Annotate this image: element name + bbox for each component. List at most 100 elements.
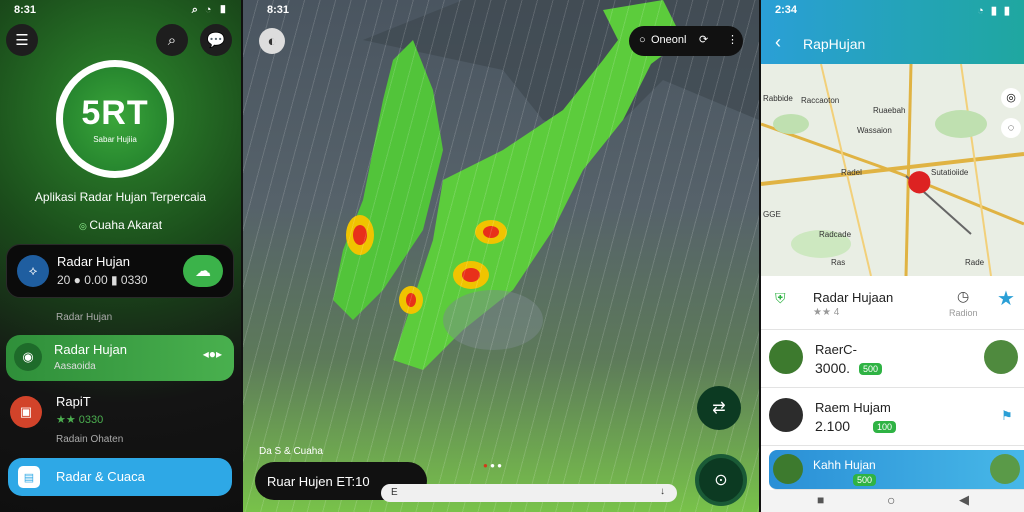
locate-button[interactable]: ⊙	[695, 454, 747, 506]
home-screen: 8:31 ⌕ ◔ ▮ ☰ ⌕ 💬 5RT Sabar Hujiia Aplika…	[0, 0, 241, 512]
timeline-slider[interactable]: E ↓	[381, 484, 677, 502]
status-icons: ◔ ▮ ▮	[977, 5, 1012, 17]
layers-icon[interactable]: ◌	[1001, 118, 1021, 138]
cloud-icon[interactable]: ☁	[183, 255, 223, 287]
map-label: Radel	[841, 168, 862, 177]
shield-icon: ⛨	[775, 290, 786, 306]
map-label: Rabbide	[763, 94, 793, 103]
file-icon: ▣	[10, 396, 42, 428]
calendar-icon: ▤	[18, 466, 40, 488]
flag-icon[interactable]: ⚑	[1001, 408, 1013, 424]
rapit-title: RapiT	[56, 394, 91, 409]
record-icon: ○	[639, 34, 646, 46]
detail-screen: 2:34 ◔ ▮ ▮ ‹ RapHujan ⬤ ◎ ◌ Rabbide Racca…	[761, 0, 1024, 512]
map-label: Wassaion	[857, 126, 892, 135]
item-title: Kahh Hujan	[813, 458, 876, 472]
search-icon[interactable]: ⌕	[156, 24, 188, 56]
item-badge: 500	[859, 363, 883, 375]
system-nav-bar: ■ ○ ◀	[761, 490, 1024, 512]
status-time: 8:31	[14, 4, 37, 16]
refresh-icon[interactable]: ⟳	[699, 33, 708, 46]
layers-button[interactable]: ⇄	[697, 386, 741, 430]
map-label: Ruaebah	[873, 106, 906, 115]
bottom-tabs	[46, 506, 196, 512]
compass-icon: ⟡	[17, 255, 49, 287]
status-bar: 8:31	[243, 2, 759, 18]
place-title: Radar Hujaan	[813, 290, 894, 305]
radar-hujan-title: Radar Hujan	[54, 342, 127, 357]
cta-button[interactable]: ▤ Radar & Cuaca	[8, 458, 232, 496]
status-bar: 2:34 ◔ ▮ ▮	[761, 2, 1024, 18]
subtagline-text: Cuaha Akarat	[89, 218, 163, 232]
section-label: Radar Hujan	[56, 312, 113, 323]
more-icon[interactable]: ⋮	[727, 33, 738, 46]
place-rating: ★★ 4	[813, 307, 840, 318]
app-tagline: Aplikasi Radar Hujan Terpercaia	[34, 190, 207, 204]
item-thumbnail	[769, 340, 803, 374]
map-label: Ras	[831, 258, 846, 267]
map-label: Raccaoton	[801, 96, 840, 105]
place-right-label: Radion	[949, 308, 978, 318]
logo-text: 5RT	[81, 94, 149, 132]
menu-icon[interactable]: ☰	[6, 24, 38, 56]
map-label: Sutatioiide	[931, 168, 969, 177]
list-item[interactable]: Raem Hujam 2.100 100 ⚑	[761, 388, 1024, 446]
download-icon[interactable]: ↓	[660, 486, 665, 497]
app-logo: 5RT Sabar Hujiia	[56, 60, 174, 178]
zoom-icon[interactable]: ◎	[1001, 88, 1021, 108]
map-label: Rade	[965, 258, 985, 267]
app-subtagline: ◎ Cuaha Akarat	[78, 218, 163, 232]
mode-label: Oneonl	[651, 34, 687, 46]
back-nav-icon[interactable]: ◀	[959, 492, 969, 508]
page-title: RapHujan	[803, 36, 866, 52]
star-icon[interactable]: ★	[997, 286, 1015, 311]
clock-icon[interactable]: ◷	[957, 288, 969, 305]
item-thumbnail	[769, 398, 803, 432]
rapit-rating: ★★ 0330	[56, 414, 104, 426]
item-badge: 100	[873, 421, 897, 433]
place-row[interactable]: ⛨ Radar Hujaan ★★ 4 ◷ Radion ★	[761, 276, 1024, 330]
radar-hujan-sub: Aasaoida	[54, 361, 96, 372]
rapit-sub: Radain Ohaten	[56, 434, 124, 445]
avatar[interactable]: ◐	[259, 28, 285, 54]
timeline-start: E	[391, 487, 398, 498]
location-pin-icon[interactable]: ⬤	[907, 168, 932, 194]
rapit-item[interactable]: ▣ RapiT ★★ 0330 Radain Ohaten	[6, 392, 234, 450]
recent-apps-icon[interactable]: ■	[817, 493, 824, 507]
item-thumbnail	[773, 454, 803, 484]
item-value: 2.100	[815, 418, 851, 434]
item-title: Raem Hujam	[815, 400, 891, 415]
list-item[interactable]: RaerC- 3000. 500	[761, 330, 1024, 388]
radar-hujan-item[interactable]: ◉ Radar Hujan Aasaoida ◂●▸	[6, 335, 234, 381]
status-time: 2:34	[775, 4, 798, 16]
status-icons: ⌕ ◔ ▮	[191, 4, 229, 16]
app-header: 2:34 ◔ ▮ ▮ ‹ RapHujan	[761, 0, 1024, 64]
status-bar: 8:31 ⌕ ◔ ▮	[0, 2, 241, 18]
mode-pill[interactable]: ○ Oneonl ⟳ ⋮	[629, 26, 743, 56]
map-label: GGE	[763, 210, 781, 219]
map-label: Radcade	[819, 230, 852, 239]
item-value: 3000.	[815, 360, 851, 376]
logo-subtext: Sabar Hujiia	[93, 135, 137, 144]
page-dots: ● ● ●	[483, 461, 502, 470]
radar-card-title: Radar Hujan	[57, 254, 130, 269]
radar-map-screen: 8:31 ◐ ○ Oneonl ⟳ ⋮ ⇄ ⊙ Da S & Cuaha Rua…	[243, 0, 759, 512]
radar-card[interactable]: ⟡ Radar Hujan 20 ● 0.00 ▮ 0330 ☁	[6, 244, 234, 298]
radar-icon: ◉	[14, 343, 42, 371]
chat-icon[interactable]: 💬	[200, 24, 232, 56]
cta-label: Radar & Cuaca	[56, 469, 145, 484]
small-label: Da S & Cuaha	[259, 446, 323, 457]
item-thumbnail-right	[990, 454, 1020, 484]
signal-icon: ◂●▸	[202, 347, 222, 361]
bottom-label-text: Ruar Hujen ET:10	[267, 473, 370, 489]
rain-overlay	[243, 0, 759, 512]
item-thumbnail-right	[984, 340, 1018, 374]
item-badge: 500	[853, 474, 877, 486]
status-time: 8:31	[267, 4, 290, 16]
list-item-highlight[interactable]: Kahh Hujan 500	[769, 450, 1024, 490]
item-title: RaerC-	[815, 342, 857, 357]
back-icon[interactable]: ‹	[775, 32, 781, 53]
home-icon[interactable]: ○	[887, 492, 895, 508]
radar-card-value: 20 ● 0.00 ▮ 0330	[57, 273, 148, 287]
location-map[interactable]: ⬤ ◎ ◌ Rabbide Raccaoton Ruaebah Wassaion Rad…	[761, 63, 1024, 277]
